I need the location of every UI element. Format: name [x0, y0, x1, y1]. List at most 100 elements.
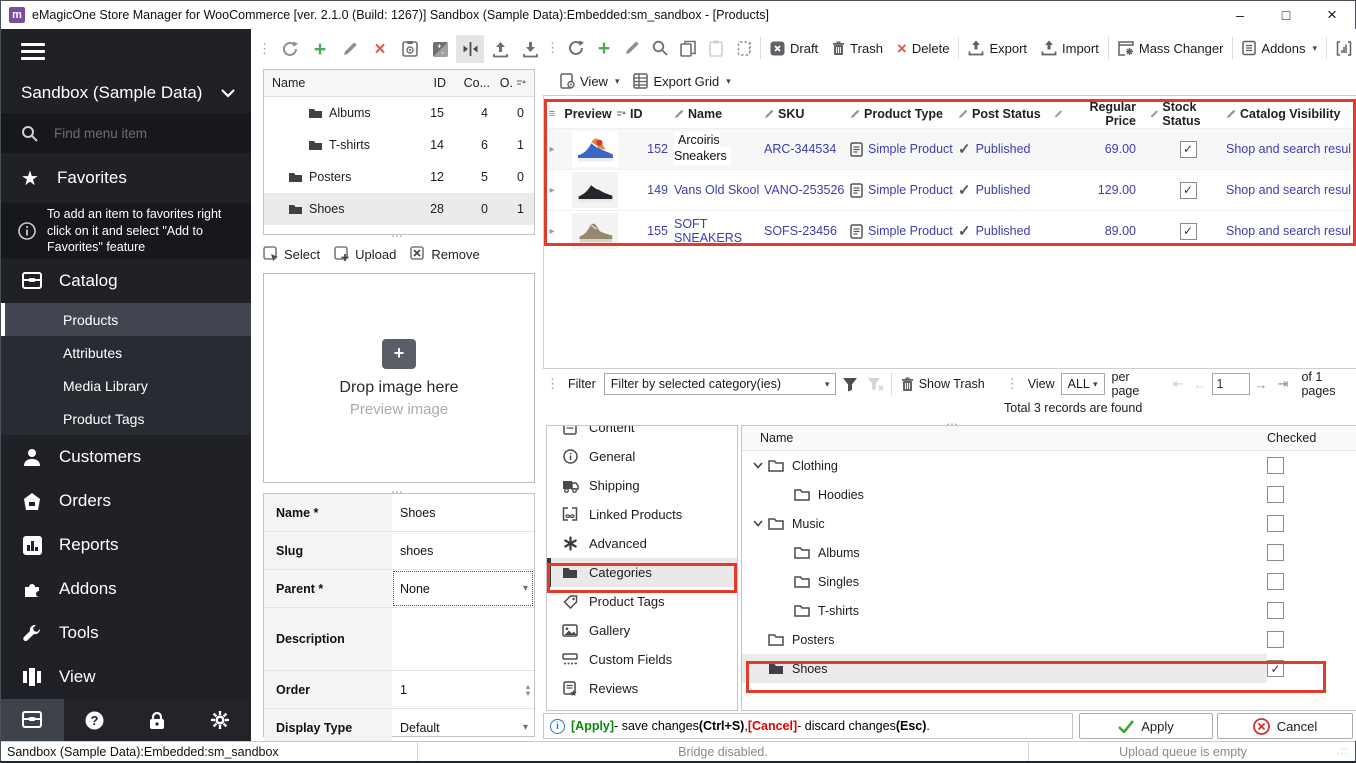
col-preview[interactable]: Preview	[560, 107, 630, 121]
copy-button[interactable]	[674, 34, 702, 62]
hamburger-menu-button[interactable]	[1, 29, 251, 73]
category-checkbox[interactable]	[1267, 486, 1284, 503]
category-checkbox[interactable]	[1267, 573, 1284, 590]
tree-row-music[interactable]: Music	[742, 509, 1356, 538]
column-chooser-icon[interactable]: ≡	[544, 108, 560, 120]
image-adjust-button[interactable]: +-	[426, 35, 454, 63]
mass-changer-button[interactable]: Mass Changer	[1111, 34, 1231, 62]
tree-row-posters[interactable]: Posters	[742, 625, 1356, 654]
tab-general[interactable]: General	[547, 442, 737, 471]
field-value-description[interactable]	[392, 608, 534, 670]
col-post-status[interactable]: Post Status	[958, 107, 1054, 121]
resize-grip[interactable]: .::	[1337, 746, 1355, 757]
stock-checkbox-checked[interactable]: ✓	[1180, 182, 1197, 199]
cancel-button[interactable]: Cancel	[1217, 713, 1353, 739]
refresh-categories-button[interactable]	[276, 35, 304, 63]
tab-gallery[interactable]: Gallery	[547, 616, 737, 645]
order-stepper[interactable]: 1 ▴▾	[392, 671, 534, 708]
apply-filter-button[interactable]	[836, 370, 862, 398]
field-value-slug[interactable]: shoes	[392, 532, 534, 569]
spin-down-icon[interactable]: ▾	[526, 690, 530, 697]
category-row-shoes-selected[interactable]: Shoes 28 0 1	[264, 193, 534, 225]
next-page-button[interactable]: →	[1255, 377, 1268, 392]
sidebar-item-attributes[interactable]: Attributes	[1, 336, 251, 369]
toolbar-drag-handle[interactable]: ⋮	[546, 40, 559, 56]
expander-icon[interactable]	[750, 462, 766, 469]
category-row-albums[interactable]: Albums 15 4 0	[264, 97, 534, 129]
per-page-select[interactable]: ALL ▾	[1061, 373, 1105, 395]
refresh-products-button[interactable]	[562, 34, 590, 62]
field-value-name[interactable]: Shoes	[392, 494, 534, 531]
category-row-tshirts[interactable]: T-shirts 14 6 1	[264, 129, 534, 161]
tab-product-tags[interactable]: Product Tags	[547, 587, 737, 616]
category-checkbox-checked[interactable]: ✓	[1267, 660, 1284, 677]
upload-image-button[interactable]	[486, 35, 514, 63]
product-row[interactable]: ▸ 155 SOFT SNEAKERS SOFS-23456 Simple Pr…	[544, 210, 1356, 251]
add-product-button[interactable]: +	[590, 34, 618, 62]
clear-filter-button[interactable]	[863, 370, 889, 398]
col-count[interactable]: Co...	[446, 76, 490, 90]
delete-category-button[interactable]: ×	[366, 35, 394, 63]
stock-checkbox-checked[interactable]: ✓	[1180, 141, 1197, 158]
search-input[interactable]	[52, 125, 226, 142]
col-name[interactable]: Name	[668, 107, 760, 121]
first-page-button[interactable]: ⇤	[1173, 376, 1184, 392]
category-checkbox[interactable]	[1267, 631, 1284, 648]
show-trash-button[interactable]: Show Trash	[894, 370, 992, 398]
col-regular-price[interactable]: Regular Price	[1054, 100, 1150, 128]
expander-icon[interactable]	[750, 520, 766, 527]
toolbar-drag-handle[interactable]: ⋮	[258, 41, 271, 57]
sidebar-item-favorites[interactable]: ★ Favorites	[1, 153, 251, 203]
sidebar-item-tools[interactable]: Tools	[1, 611, 251, 655]
close-button[interactable]: ×	[1309, 1, 1355, 29]
tab-reviews[interactable]: Reviews	[547, 674, 737, 703]
trash-button[interactable]: Trash	[825, 34, 890, 62]
tree-row-singles[interactable]: Singles	[742, 567, 1356, 596]
lock-button[interactable]	[126, 699, 189, 741]
tab-shipping[interactable]: Shipping	[547, 471, 737, 500]
category-checkbox[interactable]	[1267, 457, 1284, 474]
col-catalog-visibility[interactable]: Catalog Visibility	[1226, 107, 1356, 121]
edit-category-button[interactable]	[336, 35, 364, 63]
download-image-button[interactable]	[516, 35, 544, 63]
filter-category-select[interactable]: Filter by selected category(ies) ▾	[604, 373, 837, 395]
help-button[interactable]: ?	[64, 699, 127, 741]
sidebar-item-products[interactable]: Products	[1, 303, 251, 336]
category-checkbox[interactable]	[1267, 602, 1284, 619]
col-id[interactable]: ID	[630, 107, 668, 121]
tree-row-tshirts[interactable]: T-shirts	[742, 596, 1356, 625]
tab-custom-fields[interactable]: Custom Fields	[547, 645, 737, 674]
page-number-input[interactable]	[1212, 373, 1250, 395]
connection-selector[interactable]: Sandbox (Sample Data)	[1, 73, 251, 113]
parent-select[interactable]: None ▾	[392, 570, 534, 607]
import-button[interactable]: Import	[1034, 34, 1106, 62]
add-category-button[interactable]: +	[306, 35, 334, 63]
toolbar-drag-handle[interactable]: ⋮	[546, 376, 559, 392]
col-order[interactable]: O.	[490, 76, 534, 90]
sidebar-item-reports[interactable]: Reports	[1, 523, 251, 567]
tree-row-clothing[interactable]: Clothing	[742, 451, 1356, 480]
split-view-button[interactable]	[456, 35, 484, 63]
tab-advanced[interactable]: Advanced	[547, 529, 737, 558]
tree-row-albums[interactable]: Albums	[742, 538, 1356, 567]
tree-row-shoes-selected[interactable]: Shoes ✓	[742, 654, 1356, 683]
remove-image-button[interactable]: Remove	[410, 246, 479, 262]
tab-content[interactable]: Content	[547, 425, 737, 442]
col-product-type[interactable]: Product Type	[846, 107, 958, 121]
col-sku[interactable]: SKU	[760, 107, 846, 121]
sidebar-item-product-tags[interactable]: Product Tags	[1, 402, 251, 435]
stock-checkbox-checked[interactable]: ✓	[1180, 223, 1197, 240]
tree-row-hoodies[interactable]: Hoodies	[742, 480, 1356, 509]
upload-image-action-button[interactable]: Upload	[334, 246, 396, 262]
select-image-button[interactable]: Select	[263, 246, 320, 262]
last-page-button[interactable]: ⇥	[1278, 376, 1289, 392]
paste-special-button[interactable]	[730, 34, 758, 62]
reports-dropdown-button[interactable]: Reports ▾	[1329, 34, 1356, 62]
category-checkbox[interactable]	[1267, 515, 1284, 532]
sidebar-item-view[interactable]: View	[1, 655, 251, 699]
tab-categories-selected[interactable]: Categories	[547, 558, 737, 587]
category-checkbox[interactable]	[1267, 544, 1284, 561]
product-row[interactable]: ▸ 149 Vans Old Skool VANO-253526 Simple …	[544, 169, 1356, 210]
minimize-button[interactable]: –	[1217, 1, 1263, 29]
store-manager-button[interactable]	[1, 699, 64, 741]
